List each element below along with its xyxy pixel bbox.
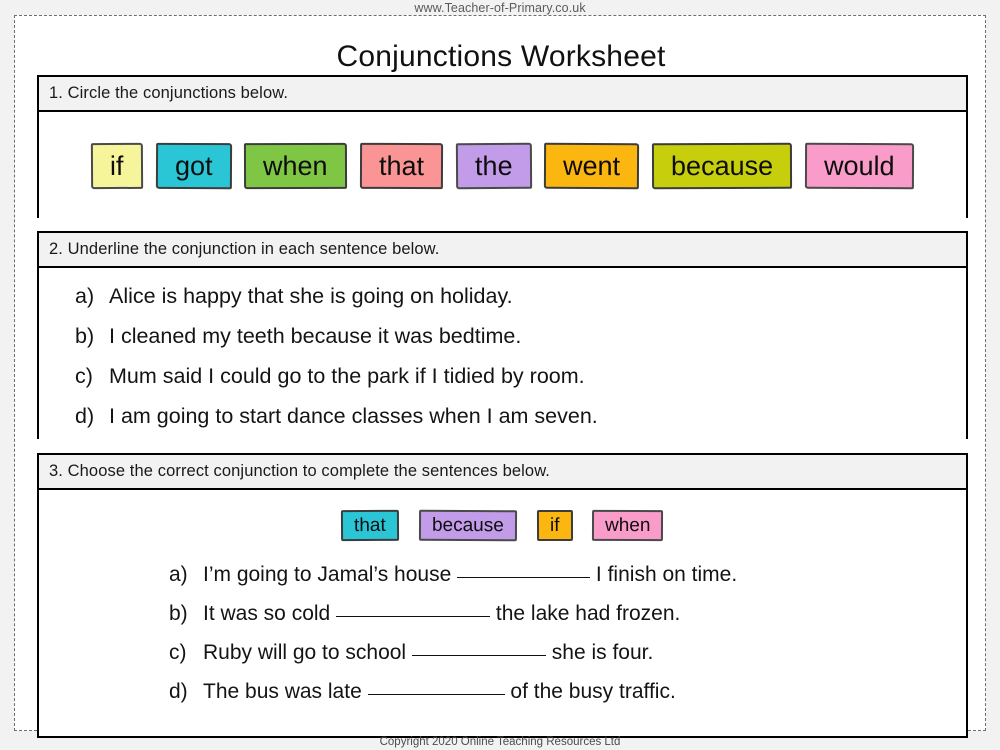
answer-blank[interactable] (367, 694, 505, 695)
worksheet-page: www.Teacher-of-Primary.co.uk Conjunction… (0, 0, 1000, 750)
sentence-prefix: I’m going to Jamal’s house (203, 563, 458, 586)
list-item: d) I am going to start dance classes whe… (75, 404, 966, 444)
list-item-text: I’m going to Jamal’s house I finish on t… (203, 563, 966, 587)
list-item-marker: a) (75, 284, 95, 308)
list-item-text[interactable]: Mum said I could go to the park if I tid… (109, 364, 966, 388)
task-3-body: that because if when a) I’m going to Jam… (39, 490, 966, 719)
word-card[interactable]: when (592, 509, 664, 541)
task-1-body: if got when that the went because would (39, 112, 966, 219)
page-title-text: Conjunctions Worksheet (334, 40, 668, 78)
task-2: 2. Underline the conjunction in each sen… (37, 231, 968, 444)
task-3-sentence-list: a) I’m going to Jamal’s house I finish o… (39, 550, 966, 719)
list-item-marker: a) (169, 563, 188, 586)
list-item-marker: d) (169, 680, 188, 703)
list-item: a) Alice is happy that she is going on h… (75, 284, 966, 324)
answer-blank[interactable] (336, 616, 491, 617)
list-item-marker: b) (169, 602, 188, 625)
list-item-marker: d) (75, 404, 95, 428)
word-card[interactable]: the (455, 142, 532, 189)
list-item-text[interactable]: Alice is happy that she is going on holi… (109, 284, 966, 308)
task-1-heading: 1. Circle the conjunctions below. (39, 77, 966, 112)
list-item-text: It was so cold the lake had frozen. (203, 602, 966, 626)
list-item: b) I cleaned my teeth because it was bed… (75, 324, 966, 364)
list-item-text[interactable]: I cleaned my teeth because it was bedtim… (109, 324, 966, 348)
list-item: a) I’m going to Jamal’s house I finish o… (169, 563, 966, 602)
list-item: d) The bus was late of the busy traffic. (169, 680, 966, 719)
word-card[interactable]: got (155, 142, 232, 189)
word-card[interactable]: if (90, 142, 143, 189)
task-2-body: a) Alice is happy that she is going on h… (39, 268, 966, 444)
site-url: www.Teacher-of-Primary.co.uk (414, 1, 586, 15)
page-title: Conjunctions Worksheet (15, 40, 987, 78)
word-card[interactable]: because (652, 142, 793, 189)
list-item-marker: b) (75, 324, 95, 348)
sentence-prefix: It was so cold (203, 602, 337, 625)
list-item-marker: c) (75, 364, 93, 388)
sentence-prefix: The bus was late (203, 680, 368, 703)
task-3: 3. Choose the correct conjunction to com… (37, 453, 968, 738)
word-card[interactable]: went (544, 142, 640, 189)
sentence-suffix: of the busy traffic. (504, 680, 676, 703)
task-2-sentence-list: a) Alice is happy that she is going on h… (39, 268, 966, 444)
sentence-prefix: Ruby will go to school (203, 641, 412, 664)
sentence-suffix: the lake had frozen. (490, 602, 681, 625)
answer-blank[interactable] (457, 577, 591, 578)
list-item: c) Mum said I could go to the park if I … (75, 364, 966, 404)
task-2-heading: 2. Underline the conjunction in each sen… (39, 233, 966, 268)
worksheet-sheet: Conjunctions Worksheet 1. Circle the con… (14, 15, 987, 738)
answer-blank[interactable] (411, 655, 546, 656)
sentence-suffix: she is four. (545, 641, 654, 664)
list-item: b) It was so cold the lake had frozen. (169, 602, 966, 641)
list-item-text: The bus was late of the busy traffic. (203, 680, 966, 704)
word-card[interactable]: when (244, 142, 347, 189)
word-card[interactable]: would (805, 142, 915, 189)
word-card[interactable]: that (341, 509, 400, 541)
word-card[interactable]: if (536, 509, 573, 541)
sentence-suffix: I finish on time. (590, 563, 738, 586)
list-item-text[interactable]: I am going to start dance classes when I… (109, 404, 966, 428)
task-1: 1. Circle the conjunctions below. if got… (37, 75, 968, 219)
task-3-word-bank: that because if when (39, 490, 966, 550)
task-1-word-row: if got when that the went because would (39, 112, 966, 219)
copyright-notice: Copyright 2020 Online Teaching Resources… (379, 736, 621, 748)
word-card[interactable]: because (418, 509, 517, 541)
list-item: c) Ruby will go to school she is four. (169, 641, 966, 680)
list-item-text: Ruby will go to school she is four. (203, 641, 966, 665)
task-3-heading: 3. Choose the correct conjunction to com… (39, 455, 966, 490)
list-item-marker: c) (169, 641, 187, 664)
word-card[interactable]: that (359, 142, 443, 189)
